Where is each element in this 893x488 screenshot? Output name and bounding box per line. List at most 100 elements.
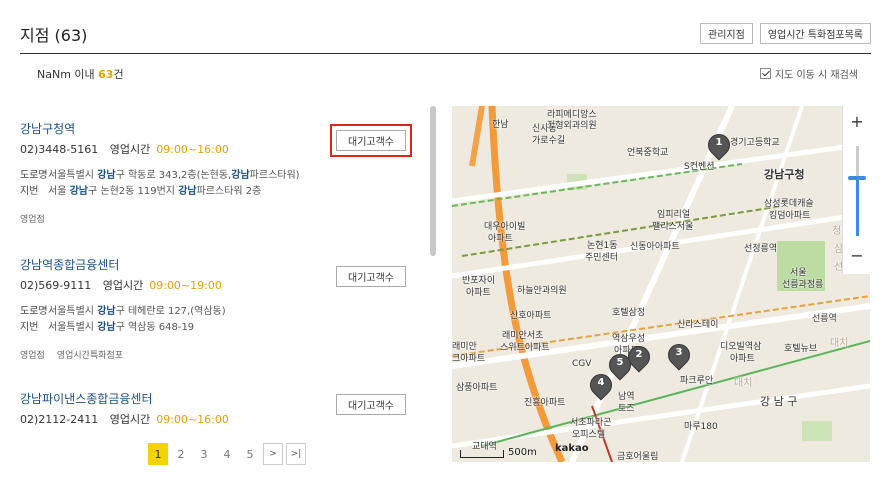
map-label: 한남 [492, 120, 509, 130]
map-label: 서울 [790, 268, 807, 278]
list-scrollbar[interactable] [430, 106, 436, 256]
map-label: 선릉과정릉 [782, 280, 824, 290]
map-label: 언북중학교 [627, 148, 669, 158]
branch-phone: 02)2112-2411 [20, 413, 99, 426]
hours-label: 영업시간 [109, 143, 151, 156]
branch-item: 강남역종합금융센터 02)569-9111 영업시간 09:00~19:00 도로… [20, 256, 420, 361]
waiting-customers-button[interactable]: 대기고객수 [336, 266, 406, 287]
branch-address: 도로명서울특별시 강남구 학동로 343,2층(논현동,강남파르스타워) 지번 서… [20, 168, 420, 200]
research-label: 지도 이동 시 재검색 [774, 70, 858, 81]
header-divider [20, 53, 871, 54]
branch-map[interactable]: 라피메디앙스 정형외과의원 신사동 가로수길 한남 언북중학교 S컨벤션 경기고… [452, 106, 870, 462]
map-label: 임피리얼 [657, 210, 691, 220]
waiting-customers-button[interactable]: 대기고객수 [336, 394, 406, 415]
zoom-out-button[interactable]: − [843, 246, 870, 265]
map-label: 진흥아파트 [524, 398, 566, 408]
map-label: 래미안서초 [502, 331, 544, 341]
branch-list: 강남구청역 02)3448-5161 영업시간 09:00~16:00 도로명서울… [20, 110, 420, 455]
map-label: 래미안 [452, 342, 477, 352]
map-marker[interactable]: 5 [604, 349, 636, 384]
map-label: 대치 [830, 338, 849, 349]
map-marker[interactable]: 3 [663, 339, 695, 374]
branch-phone: 02)569-9111 [20, 279, 92, 292]
map-label: 크아파트 [452, 354, 486, 364]
map-label: 아파트 [730, 354, 755, 364]
map-label: 남역 [618, 392, 635, 402]
map-label: 반포자이 [462, 276, 496, 286]
next-page-button[interactable]: > [263, 443, 283, 465]
kakao-logo: kakao [555, 443, 589, 454]
map-label: 대치 [734, 378, 753, 389]
research-on-map-move[interactable]: 지도 이동 시 재검색 [759, 66, 858, 81]
branch-tags: 영업점 영업시간특화점포 [20, 348, 420, 361]
branch-tag: 영업점 [20, 215, 45, 225]
map-marker[interactable]: 1 [703, 129, 735, 164]
special-hours-branch-list-button[interactable]: 영업시간 특화점포목록 [759, 23, 871, 44]
branch-tag: 영업점 [20, 351, 45, 361]
result-count-number: 63 [98, 68, 114, 81]
lot-address: 지번 서울특별시 강남구 역삼동 648-19 [20, 322, 195, 333]
map-label: 디오빌역삼 [720, 342, 762, 352]
map-label: 선정릉역 [744, 244, 778, 254]
last-page-button[interactable]: >| [286, 443, 306, 465]
waiting-customers-button[interactable]: 대기고객수 [330, 124, 412, 157]
map-label: 오피스텔 [572, 430, 606, 440]
map-label: 마루180 [684, 422, 718, 432]
branch-phone: 02)3448-5161 [20, 143, 99, 156]
map-label: 토즈 [618, 404, 635, 414]
page-button[interactable]: 1 [148, 443, 168, 465]
page-button[interactable]: 5 [240, 443, 260, 465]
page-button[interactable]: 3 [194, 443, 214, 465]
map-label: 라피메디앙스 [547, 110, 597, 120]
hours-label: 영업시간 [102, 279, 144, 292]
map-label: 삼풍아파트 [456, 383, 498, 393]
map-label: 금호어울림 [617, 452, 659, 462]
map-label: 아파트 [466, 288, 491, 298]
map-label: 대우아이빌 [484, 222, 526, 232]
zoom-slider-handle[interactable] [848, 176, 866, 180]
map-label: 팰리스서울 [652, 222, 694, 232]
zoom-control: + − [842, 106, 870, 274]
map-label: 삼성롯데캐슬 [764, 199, 814, 209]
branch-item: 강남구청역 02)3448-5161 영업시간 09:00~16:00 도로명서울… [20, 120, 420, 225]
map-label: 파크루안 [680, 376, 714, 386]
result-count: NaNm 이내 63건 [37, 68, 124, 81]
map-label: 신동아아파트 [630, 242, 680, 252]
branch-hours: 09:00~19:00 [149, 279, 222, 292]
lot-address: 지번 서울 강남구 논현2동 119번지 강남파르스타워 2층 [20, 186, 262, 197]
road-address: 도로명서울특별시 강남구 학동로 343,2층(논현동,강남파르스타워) [20, 170, 300, 181]
branch-item: 강남파이낸스종합금융센터 02)2112-2411 영업시간 09:00~16:0… [20, 390, 420, 427]
pagination: 1 2 3 4 5 > >| [148, 443, 306, 465]
branch-tags: 영업점 [20, 212, 420, 225]
road-address: 도로명서울특별시 강남구 테헤란로 127,(역삼동) [20, 306, 226, 317]
map-label: 아파트 [488, 234, 513, 244]
map-label: 신라스테이 [677, 320, 719, 330]
zoom-level-fill [856, 178, 859, 236]
map-label: 산호아파트 [510, 311, 552, 321]
page-button[interactable]: 2 [171, 443, 191, 465]
page-title: 지점 (63) [20, 26, 88, 45]
map-label: 킹덤아파트 [769, 211, 811, 221]
map-marker[interactable]: 2 [623, 341, 655, 376]
map-label: CGV [572, 359, 592, 369]
branch-hours: 09:00~16:00 [156, 143, 229, 156]
managed-branches-button[interactable]: 관리지점 [700, 23, 753, 44]
map-label: 하늘안과의원 [517, 286, 567, 296]
map-label: 호텔삼정 [612, 308, 646, 318]
map-scale: 500m [460, 447, 537, 458]
branch-hours: 09:00~16:00 [156, 413, 229, 426]
map-label: 논현1동 [587, 241, 618, 251]
hours-label: 영업시간 [109, 413, 151, 426]
header-actions: 관리지점 영업시간 특화점포목록 [700, 23, 871, 44]
map-label: 선릉역 [812, 314, 837, 324]
map-label: 가로수길 [532, 136, 566, 146]
map-label: 호텔뉴브 [784, 344, 818, 354]
page-button[interactable]: 4 [217, 443, 237, 465]
map-label: 강남구청 [764, 168, 805, 181]
branch-tag: 영업시간특화점포 [56, 351, 124, 361]
zoom-in-button[interactable]: + [843, 112, 870, 131]
map-label: 주민센터 [585, 253, 619, 263]
map-label: 서초파라곤 [570, 418, 612, 428]
research-checkbox[interactable] [759, 68, 771, 79]
map-label: 스위트아파트 [500, 343, 550, 353]
